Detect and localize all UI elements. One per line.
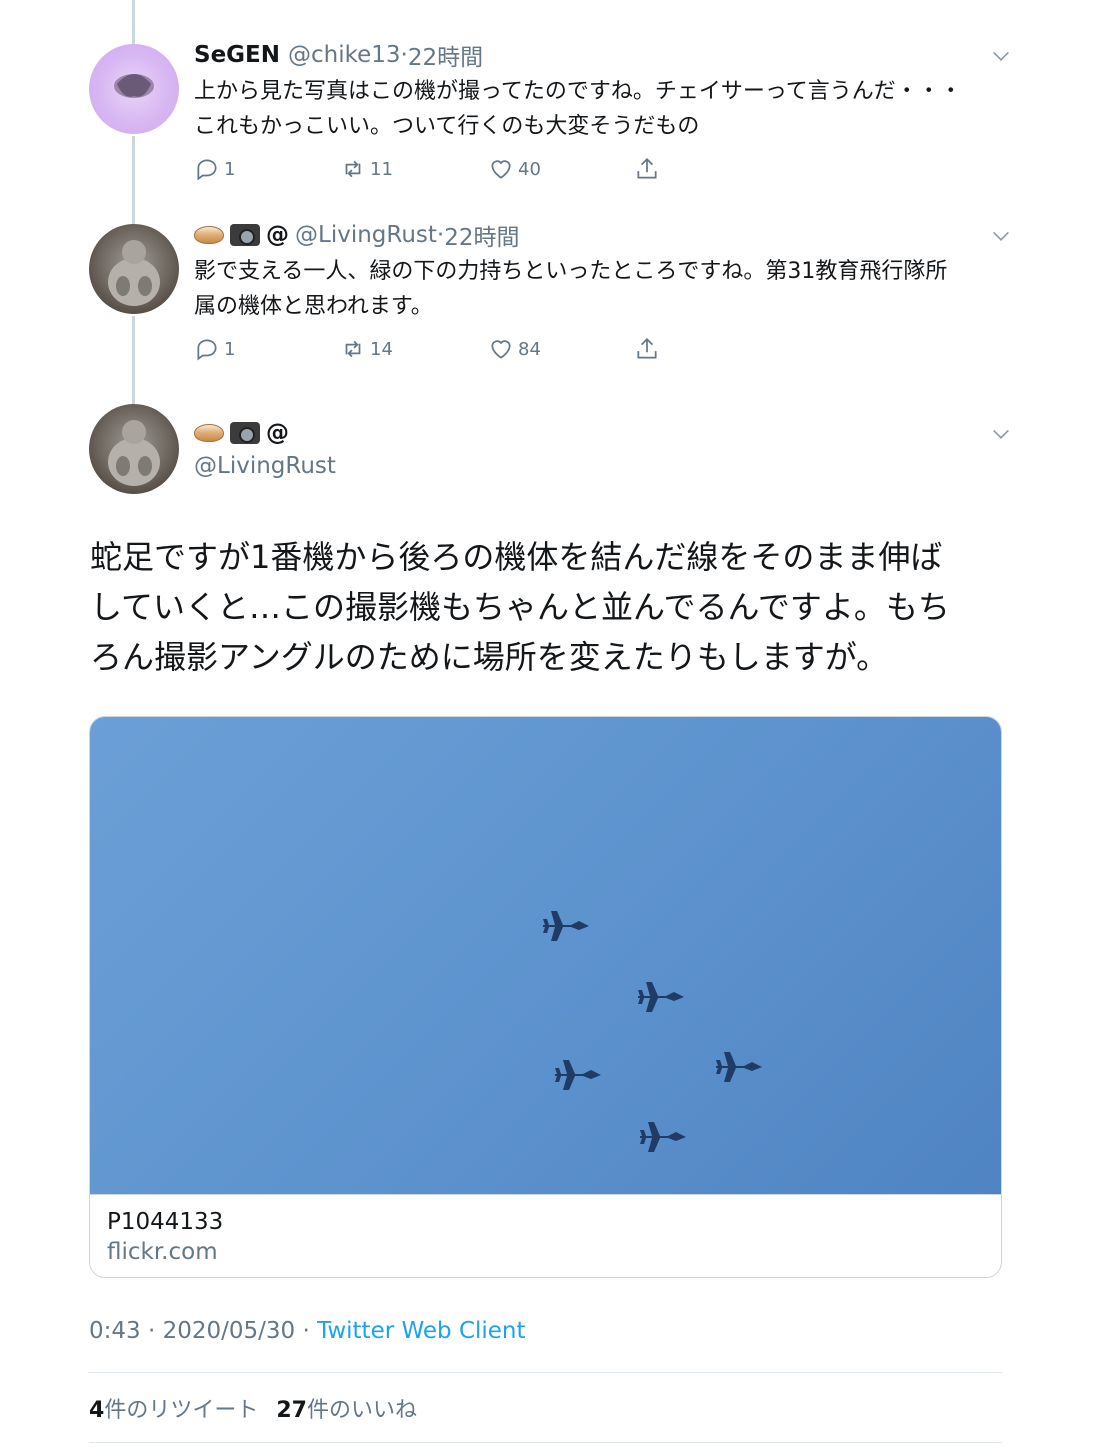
card-title: P1044133: [107, 1209, 224, 1235]
tweet-text-line: 影で支える一人、緑の下の力持ちといったところですね。第31教育飛行隊所: [194, 259, 948, 284]
engagement-stats: 4件のリツイート 27件のいいね: [89, 1392, 417, 1424]
jet-icon: [555, 1060, 601, 1090]
like-button[interactable]: 40: [488, 156, 541, 182]
thread-line-mid: [132, 136, 135, 224]
jet-icon: [640, 1122, 686, 1152]
reply-button[interactable]: 1: [194, 336, 235, 362]
separator-dot: ·: [436, 222, 445, 248]
avatar[interactable]: [89, 44, 179, 134]
tweet-text: 影で支える一人、緑の下の力持ちといったところですね。第31教育飛行隊所 属の機体…: [194, 254, 1002, 324]
like-icon: [491, 340, 511, 359]
avatar-statue-icon: [108, 240, 160, 306]
user-handle[interactable]: @LivingRust: [295, 222, 437, 248]
tweet-text-line: 属の機体と思われます。: [194, 294, 433, 319]
reply-tweet[interactable]: @ @LivingRust · 22時間 影で支える一人、緑の下の力持ちといった…: [194, 218, 1009, 324]
thread-line-bottom: [132, 316, 135, 404]
bowl-emoji-icon: [194, 424, 224, 442]
avatar[interactable]: [89, 224, 179, 314]
user-handle[interactable]: @LivingRust: [194, 450, 1002, 482]
tweet-header: @: [194, 416, 1002, 450]
tweet-text-line: これもかっこいい。ついて行くのも大変そうだもの: [194, 114, 700, 139]
thread-line-top: [132, 0, 135, 44]
display-name[interactable]: @: [266, 222, 289, 248]
avatar-statue-icon: [108, 420, 160, 486]
retweet-icon: [345, 160, 361, 178]
link-card[interactable]: P1044133 flickr.com: [89, 716, 1002, 1278]
tweet-thread-page: SeGEN @chike13 · 22時間 上から見た写真はこの機が撮ってたので…: [0, 0, 1094, 1448]
like-stat-label: 件のいいね: [306, 1398, 417, 1423]
tweet-text: 上から見た写真はこの機が撮ってたのですね。チェイサーって言うんだ・・・ これもか…: [194, 74, 1002, 144]
main-tweet-text: 蛇足ですが1番機から後ろの機体を結んだ線をそのまま伸ば していくと…この撮影機も…: [90, 532, 1002, 682]
display-name[interactable]: @: [266, 420, 289, 446]
client-link[interactable]: Twitter Web Client: [317, 1318, 525, 1344]
separator-dot: ·: [400, 42, 408, 68]
jet-icon: [716, 1052, 762, 1082]
tweet-header: @ @LivingRust · 22時間: [194, 218, 1002, 252]
card-footer[interactable]: P1044133 flickr.com: [90, 1194, 1001, 1277]
bowl-emoji-icon: [194, 226, 224, 244]
divider: [89, 1372, 1002, 1373]
jet-icon: [543, 911, 589, 941]
retweet-button[interactable]: 11: [340, 156, 393, 182]
retweet-button[interactable]: 14: [340, 336, 393, 362]
tweet-header: SeGEN @chike13 · 22時間: [194, 38, 1002, 72]
avatar-emblem-icon: [114, 74, 154, 98]
camera-emoji-icon: [230, 422, 260, 444]
retweet-count: 14: [370, 338, 393, 360]
retweet-total: 4: [89, 1398, 105, 1423]
like-count: 84: [518, 338, 541, 360]
tweet-text-line: 上から見た写真はこの機が撮ってたのですね。チェイサーって言うんだ・・・: [194, 79, 962, 104]
retweet-stat-label: 件のリツイート: [104, 1398, 259, 1423]
tweet-text-line: 蛇足ですが1番機から後ろの機体を結んだ線をそのまま伸ば: [90, 538, 943, 576]
tweet-meta: 0:43 · 2020/05/30 · Twitter Web Client: [89, 1318, 526, 1344]
retweet-count: 11: [370, 158, 393, 180]
reply-count: 1: [224, 338, 236, 360]
like-icon: [491, 160, 511, 179]
share-button[interactable]: [634, 156, 660, 182]
timestamp[interactable]: 22時間: [444, 218, 519, 252]
reply-count: 1: [224, 158, 236, 180]
tweet-timestamp[interactable]: 0:43 · 2020/05/30 ·: [89, 1318, 317, 1344]
like-button[interactable]: 84: [488, 336, 541, 362]
like-stat[interactable]: 27件のいいね: [276, 1392, 417, 1424]
main-tweet-header: @ @LivingRust: [194, 416, 1009, 482]
like-total: 27: [276, 1398, 307, 1423]
tweet-text-line: ろん撮影アングルのために場所を変えたりもしますが。: [90, 638, 889, 676]
reply-button[interactable]: 1: [194, 156, 235, 182]
camera-emoji-icon: [230, 224, 260, 246]
divider: [89, 1442, 1002, 1443]
jet-icon: [638, 982, 684, 1012]
tweet-text-line: していくと…この撮影機もちゃんと並んでるんですよ。もち: [90, 588, 950, 626]
avatar[interactable]: [89, 404, 179, 494]
card-domain: flickr.com: [107, 1239, 218, 1265]
reply-icon: [197, 339, 217, 361]
reply-icon: [197, 159, 217, 181]
card-image[interactable]: [90, 717, 1001, 1194]
share-icon: [637, 158, 657, 179]
user-handle[interactable]: @chike13: [288, 42, 401, 68]
retweet-icon: [345, 340, 361, 358]
share-icon: [637, 338, 657, 359]
reply-tweet[interactable]: SeGEN @chike13 · 22時間 上から見た写真はこの機が撮ってたので…: [194, 38, 1009, 144]
timestamp[interactable]: 22時間: [408, 38, 483, 72]
retweet-stat[interactable]: 4件のリツイート: [89, 1392, 258, 1424]
display-name[interactable]: SeGEN: [194, 42, 280, 68]
like-count: 40: [518, 158, 541, 180]
share-button[interactable]: [634, 336, 660, 362]
